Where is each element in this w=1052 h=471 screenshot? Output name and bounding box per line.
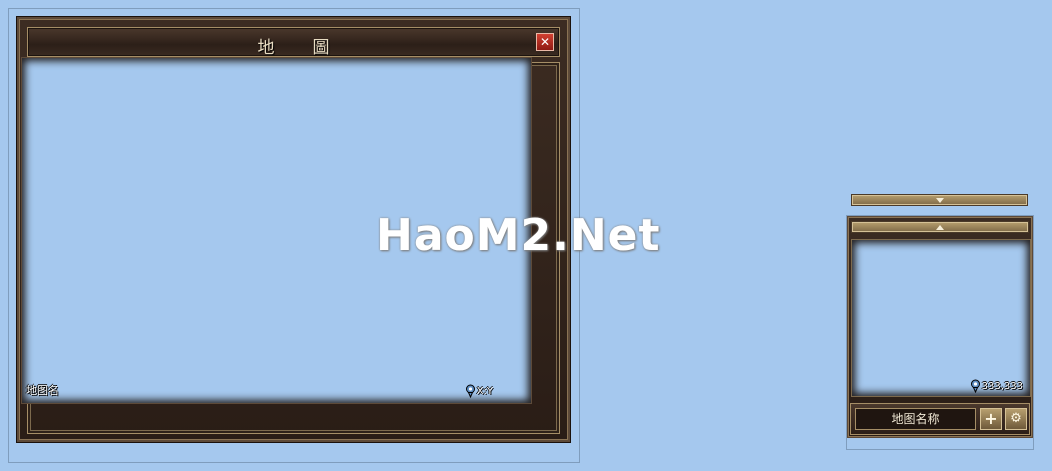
stage: 地圖 ✕ 地图名 X:Y HaoM2.Net 333,333 地图名称 + ⚙ (0, 0, 1052, 471)
mini-map-name: 地图名称 (855, 408, 976, 430)
mini-map-coords: 333,333 (970, 379, 1023, 393)
settings-button[interactable]: ⚙ (1005, 408, 1027, 430)
mini-map-collapse-bar[interactable] (851, 221, 1029, 233)
big-map-name: 地图名 (26, 384, 59, 397)
watermark: HaoM2.Net (376, 210, 661, 261)
gear-icon: ⚙ (1010, 411, 1022, 426)
big-map-titlebar[interactable]: 地圖 ✕ (27, 27, 560, 58)
mini-map-toolbar: 地图名称 + ⚙ (850, 403, 1030, 435)
big-map-coords-text: X:Y (476, 385, 493, 397)
plus-icon: + (984, 409, 998, 428)
location-pin-icon (970, 379, 980, 393)
add-button[interactable]: + (980, 408, 1002, 430)
close-icon: ✕ (539, 35, 551, 49)
triangle-up-icon (936, 225, 944, 230)
close-button[interactable]: ✕ (536, 33, 554, 51)
mini-map-view[interactable]: 333,333 (851, 239, 1031, 397)
location-pin-icon (465, 384, 475, 398)
mini-map-expand-bar[interactable] (851, 194, 1028, 206)
mini-map-coords-text: 333,333 (981, 380, 1023, 392)
big-map-coords: X:Y (465, 384, 493, 398)
mini-map-window: 333,333 地图名称 + ⚙ (847, 216, 1033, 438)
triangle-down-icon (935, 198, 944, 203)
big-map-title: 地圖 (257, 38, 368, 58)
